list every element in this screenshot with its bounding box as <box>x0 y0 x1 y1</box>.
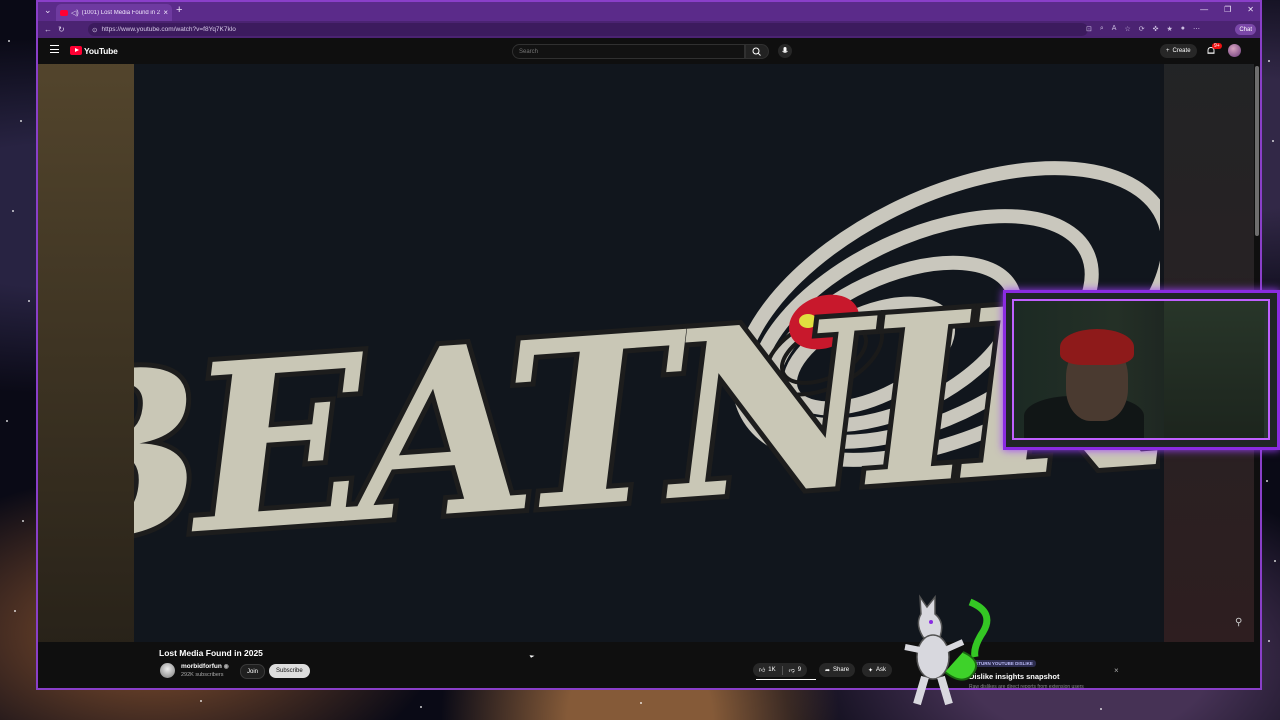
account-avatar[interactable] <box>1228 44 1241 57</box>
tab-title: (1001) Lost Media Found in 2025 <box>81 9 161 16</box>
maximize-icon[interactable]: ❐ <box>1224 5 1231 14</box>
favorites-icon[interactable]: ★ <box>1167 25 1173 33</box>
location-pin-icon[interactable]: ⚲ <box>1235 617 1242 628</box>
psychic-creature-mascot <box>904 594 991 706</box>
youtube-wordmark[interactable]: YouTube <box>84 46 118 56</box>
webcam-overlay <box>1003 290 1280 450</box>
favorite-icon[interactable]: ☆ <box>1124 25 1130 33</box>
channel-name[interactable]: morbidforfun ◉ <box>181 663 229 670</box>
youtube-favicon-icon <box>60 9 68 16</box>
share-button[interactable]: ➦ Share <box>819 663 856 677</box>
address-bar-row: ← ↻ ⊙ https://www.youtube.com/watch?v=f8… <box>38 21 1260 38</box>
lock-icon: ⊙ <box>92 26 98 34</box>
microphone-button[interactable] <box>778 44 792 58</box>
tab-bar: ⌄ ◁) (1001) Lost Media Found in 2025 × +… <box>38 2 1260 21</box>
thumbs-down-icon: 👎︎ <box>788 668 795 674</box>
tab-list-icon[interactable]: ⌄ <box>44 5 52 16</box>
search-button[interactable] <box>745 44 769 59</box>
refresh-ext-icon[interactable]: ⟳ <box>1139 25 1145 33</box>
notification-badge: 9+ <box>1212 43 1222 49</box>
install-icon[interactable]: ⊡ <box>1086 25 1092 33</box>
join-button[interactable]: Join <box>240 664 266 679</box>
dislike-button[interactable]: 👎︎ 9 <box>783 663 807 677</box>
close-tab-icon[interactable]: × <box>163 8 168 17</box>
address-bar[interactable]: ⊙ https://www.youtube.com/watch?v=f8Yq7K… <box>88 23 1088 36</box>
channel-name-text[interactable]: morbidforfun <box>181 663 222 670</box>
search-input[interactable]: Search <box>512 44 745 59</box>
search-icon <box>752 47 761 56</box>
more-icon[interactable]: ⋯ <box>1193 25 1200 33</box>
create-label: Create <box>1172 48 1191 54</box>
video-title: Lost Media Found in 2025 <box>159 648 263 658</box>
webcam-feed <box>1012 299 1270 440</box>
puzzle-icon[interactable]: ✜ <box>1153 25 1159 33</box>
scroll-thumb[interactable] <box>1255 66 1259 236</box>
extension-icons: ⊡ ⌕ A ☆ ⟳ ✜ ★ ● ⋯ <box>1086 25 1200 33</box>
speaker-icon[interactable]: ◁) <box>71 9 79 17</box>
thumbs-up-icon: 👍︎ <box>759 668 766 674</box>
back-icon[interactable]: ← <box>44 25 52 34</box>
minimize-icon[interactable]: — <box>1200 5 1208 14</box>
microphone-icon <box>782 47 788 53</box>
plus-icon: + <box>1166 48 1170 54</box>
hamburger-menu-icon[interactable] <box>50 45 59 53</box>
profile-icon[interactable]: ● <box>1181 25 1185 33</box>
close-window-icon[interactable]: ✕ <box>1247 5 1254 14</box>
channel-avatar[interactable] <box>160 663 175 678</box>
video-details: Lost Media Found in 2025 morbidforfun ◉ … <box>38 642 1260 688</box>
url-text: https://www.youtube.com/watch?v=f8Yq7K7k… <box>101 26 236 33</box>
subscribe-button[interactable]: Subscribe <box>269 664 310 678</box>
reload-icon[interactable]: ↻ <box>58 25 65 34</box>
subscriber-count: 292K subscribers <box>181 672 224 678</box>
youtube-header: YouTube Search + Create 9+ <box>38 38 1260 64</box>
close-card-icon[interactable]: × <box>1114 666 1119 675</box>
like-dislike-group: 👍︎ 1K 👎︎ 9 <box>753 663 808 677</box>
read-aloud-icon[interactable]: A <box>1112 25 1117 33</box>
chat-button[interactable]: Chat <box>1235 24 1256 35</box>
verified-icon: ◉ <box>223 664 229 670</box>
youtube-logo-icon[interactable] <box>70 46 82 55</box>
create-button[interactable]: + Create <box>1160 44 1197 58</box>
search-placeholder: Search <box>519 48 539 55</box>
ratio-bar <box>756 679 816 680</box>
zoom-icon[interactable]: ⌕ <box>1100 25 1104 33</box>
browser-tab[interactable]: ◁) (1001) Lost Media Found in 2025 × <box>56 4 172 21</box>
sparkle-icon: ✦ <box>868 667 874 674</box>
dislike-count: 9 <box>797 667 802 673</box>
player-ambient-left <box>38 64 134 642</box>
share-label: Share <box>833 667 850 673</box>
window-controls: — ❐ ✕ <box>1200 5 1254 14</box>
share-icon: ➦ <box>825 667 831 674</box>
like-count: 1K <box>768 667 776 673</box>
new-tab-button[interactable]: + <box>176 4 182 16</box>
like-button[interactable]: 👍︎ 1K <box>753 663 782 677</box>
